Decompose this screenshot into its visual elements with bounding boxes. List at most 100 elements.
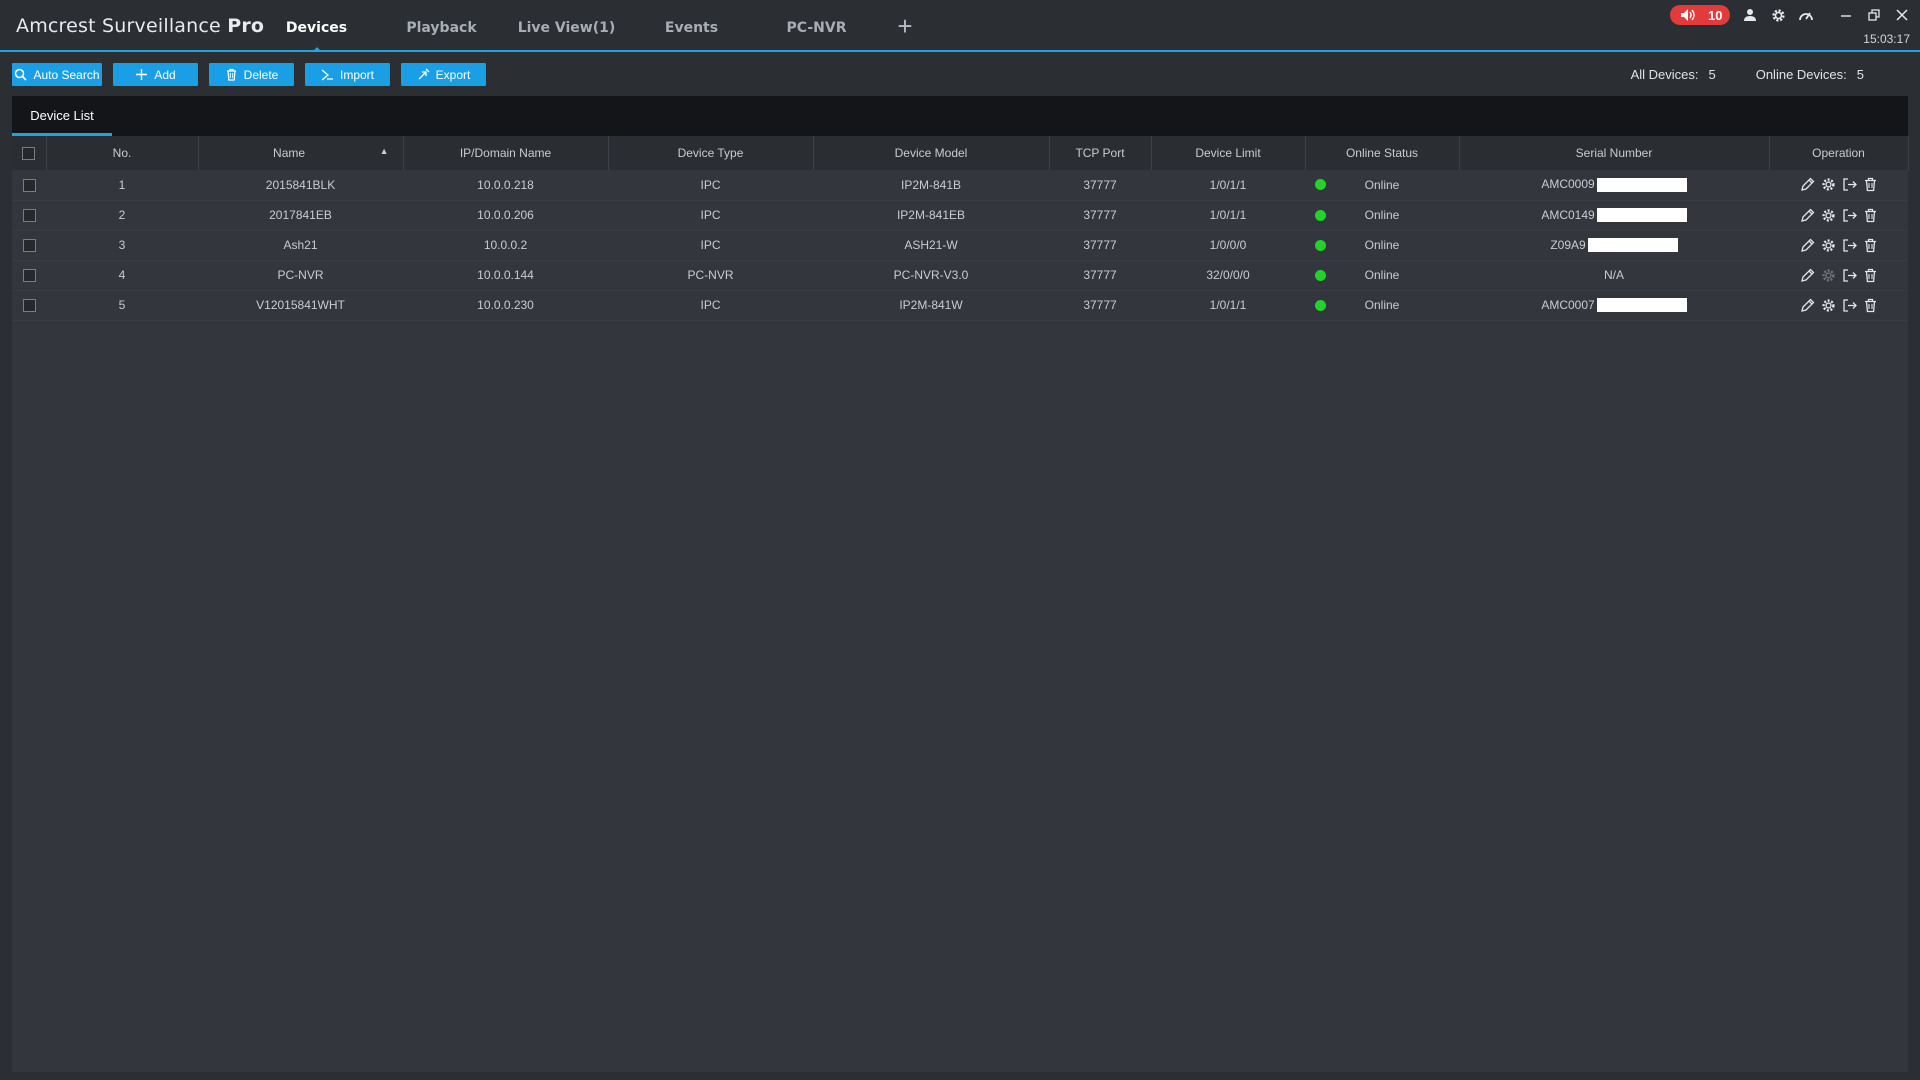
header-name-label: Name: [273, 146, 306, 160]
row-checkbox[interactable]: [22, 239, 36, 253]
cell-limit: 1/0/1/1: [1209, 208, 1247, 222]
add-button[interactable]: Add: [113, 63, 198, 86]
cell-port: 37777: [1083, 238, 1117, 252]
header-type[interactable]: Device Type: [608, 136, 814, 170]
trash-icon[interactable]: [1862, 176, 1879, 193]
add-tab-button[interactable]: +: [885, 0, 925, 52]
header-serial[interactable]: Serial Number: [1459, 136, 1770, 170]
alarm-badge[interactable]: 10: [1670, 5, 1730, 25]
cell-no: 4: [118, 268, 126, 282]
table-row[interactable]: 1 2015841BLK 10.0.0.218 IPC IP2M-841B 37…: [12, 170, 1908, 200]
row-checkbox[interactable]: [22, 269, 36, 283]
app-title: Amcrest Surveillance Pro: [16, 15, 264, 37]
header-model[interactable]: Device Model: [813, 136, 1050, 170]
speedometer-icon[interactable]: [1792, 5, 1820, 25]
table-row[interactable]: 5 V12015841WHT 10.0.0.230 IPC IP2M-841W …: [12, 290, 1908, 320]
cell-name: 2015841BLK: [265, 177, 336, 192]
settings-icon: [1820, 267, 1837, 284]
serial-text: N/A: [1603, 268, 1624, 282]
edit-icon[interactable]: [1799, 297, 1816, 314]
import-icon: [321, 69, 333, 81]
row-select: [12, 260, 46, 290]
cell-port: 37777: [1083, 298, 1117, 312]
trash-icon[interactable]: [1862, 297, 1879, 314]
cell-ip: 10.0.0.2: [483, 238, 528, 252]
logout-icon[interactable]: [1841, 297, 1858, 314]
online-devices-label: Online Devices:: [1755, 67, 1847, 82]
settings-icon[interactable]: [1820, 297, 1837, 314]
cell-name: V12015841WHT: [256, 298, 345, 312]
toolbar: Auto Search Add Delete Import Export: [12, 63, 486, 86]
edit-icon[interactable]: [1799, 176, 1816, 193]
cell-model: IP2M-841B: [900, 177, 962, 192]
header-name[interactable]: Name ▲: [198, 136, 404, 170]
tab-live-view[interactable]: Live View(1): [504, 0, 629, 52]
serial-text: AMC0149: [1541, 207, 1595, 222]
logout-icon[interactable]: [1841, 237, 1858, 254]
plus-icon: [136, 69, 148, 80]
header-status[interactable]: Online Status: [1305, 136, 1460, 170]
serial-text: AMC0009: [1541, 177, 1595, 192]
restore-icon[interactable]: [1860, 4, 1888, 26]
cell-serial: Z09A9: [1459, 230, 1769, 260]
trash-icon[interactable]: [1862, 237, 1879, 254]
trash-icon[interactable]: [1862, 207, 1879, 224]
cell-ip: 10.0.0.218: [477, 177, 534, 192]
import-button[interactable]: Import: [305, 63, 390, 86]
row-checkbox[interactable]: [22, 178, 36, 192]
edit-icon[interactable]: [1799, 237, 1816, 254]
logout-icon[interactable]: [1841, 176, 1858, 193]
cell-status: Online: [1305, 200, 1459, 230]
header-no[interactable]: No.: [46, 136, 199, 170]
main-nav: Devices Playback Live View(1) Events PC-…: [254, 0, 925, 52]
trash-icon: [226, 68, 236, 81]
tab-events[interactable]: Events: [629, 0, 754, 52]
edit-icon[interactable]: [1799, 207, 1816, 224]
select-all-checkbox[interactable]: [22, 147, 36, 161]
cell-limit: 32/0/0/0: [1206, 268, 1250, 282]
row-checkbox[interactable]: [22, 209, 36, 223]
all-devices-value: 5: [1708, 67, 1716, 82]
gear-icon[interactable]: [1764, 5, 1792, 25]
table-row[interactable]: 2 2017841EB 10.0.0.206 IPC IP2M-841EB 37…: [12, 200, 1908, 230]
minimize-icon[interactable]: [1832, 4, 1860, 26]
header-ip[interactable]: IP/Domain Name: [403, 136, 609, 170]
auto-search-button[interactable]: Auto Search: [12, 63, 102, 86]
device-table: No. Name ▲ IP/Domain Name Device Type Dev…: [12, 136, 1909, 321]
table-row[interactable]: 4 PC-NVR 10.0.0.144 PC-NVR PC-NVR-V3.0 3…: [12, 260, 1908, 290]
cell-type: IPC: [700, 238, 721, 252]
table-row[interactable]: 3 Ash21 10.0.0.2 IPC ASH21-W 37777 1/0/0…: [12, 230, 1908, 260]
tab-pc-nvr[interactable]: PC-NVR: [754, 0, 879, 52]
trash-icon[interactable]: [1862, 267, 1879, 284]
close-icon[interactable]: [1888, 4, 1916, 26]
settings-icon[interactable]: [1820, 237, 1837, 254]
logout-icon[interactable]: [1841, 207, 1858, 224]
cell-limit: 1/0/1/1: [1209, 298, 1247, 312]
settings-icon[interactable]: [1820, 207, 1837, 224]
delete-button[interactable]: Delete: [209, 63, 294, 86]
cell-model: IP2M-841W: [899, 298, 963, 312]
cell-type: IPC: [700, 208, 721, 222]
edit-icon[interactable]: [1799, 267, 1816, 284]
online-dot-icon: [1315, 239, 1326, 251]
row-checkbox[interactable]: [22, 299, 36, 313]
logout-icon[interactable]: [1841, 267, 1858, 284]
user-icon[interactable]: [1736, 5, 1764, 25]
cell-no: 1: [118, 177, 126, 192]
row-select: [12, 170, 46, 200]
header-port[interactable]: TCP Port: [1049, 136, 1152, 170]
online-devices-value: 5: [1856, 67, 1864, 82]
settings-icon[interactable]: [1820, 176, 1837, 193]
export-icon: [418, 68, 430, 80]
cell-port: 37777: [1083, 177, 1117, 192]
cell-serial: N/A: [1459, 260, 1769, 290]
cell-name: PC-NVR: [277, 268, 324, 282]
tab-playback[interactable]: Playback: [379, 0, 504, 52]
device-counts: All Devices: 5 Online Devices: 5: [1631, 67, 1864, 82]
tab-device-list[interactable]: Device List: [12, 96, 112, 136]
export-button[interactable]: Export: [401, 63, 486, 86]
cell-name: 2017841EB: [269, 208, 332, 222]
tab-devices[interactable]: Devices: [254, 0, 379, 52]
header-limit[interactable]: Device Limit: [1151, 136, 1306, 170]
cell-status: Online: [1305, 230, 1459, 260]
